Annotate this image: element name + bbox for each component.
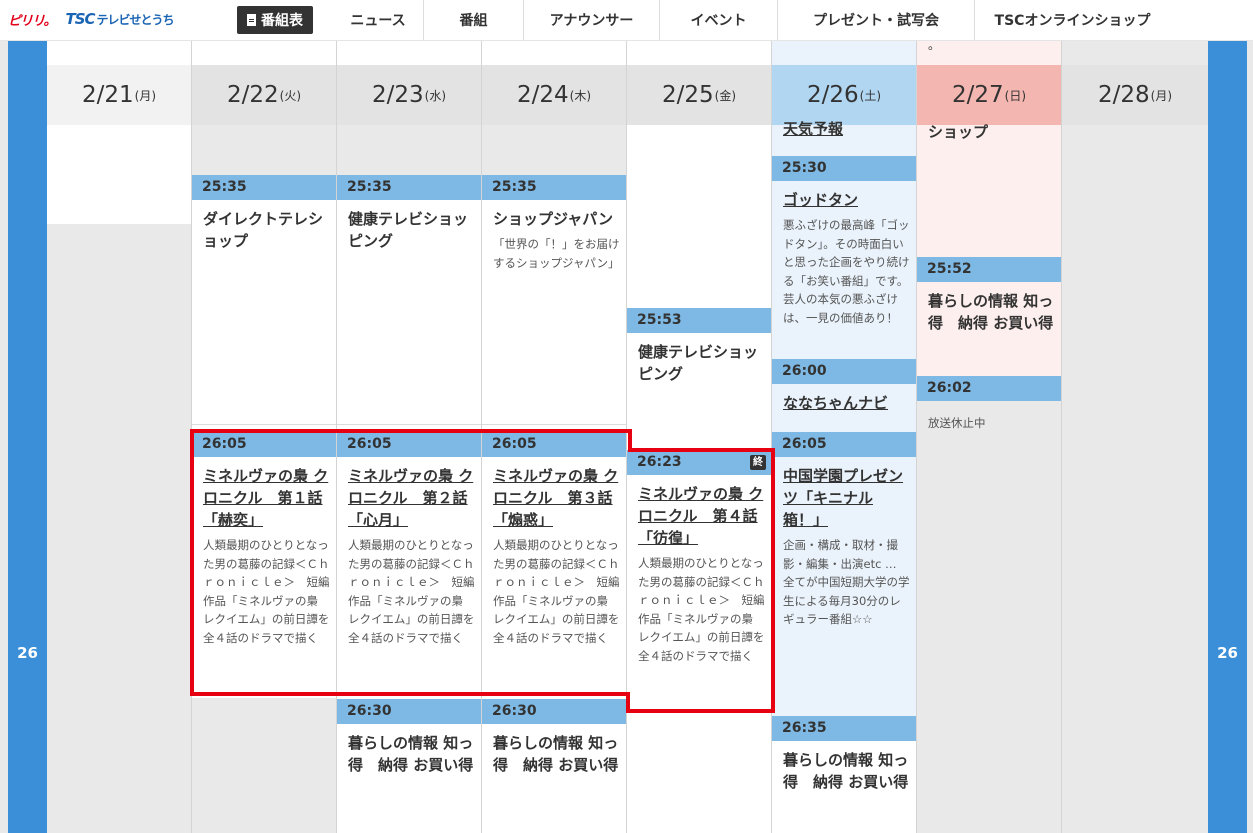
day-column-0223: 2/23 (水) 25:35 健康テレビショッピング 26:05 ミネルヴァの梟 … [337, 40, 482, 833]
program-card[interactable]: 26:05 ミネルヴァの梟 クロニクル 第１話「赫奕」 人類最期のひとりとなった… [192, 432, 336, 647]
program-card[interactable]: 26:05 中国学園プレゼンツ「キニナル箱！」 企画・構成・取材・撮影・編集・出… [772, 432, 916, 629]
nav-schedule[interactable]: 番組表 [237, 6, 313, 34]
program-time: 25:35 [192, 175, 336, 200]
day-column-0221: 2/21 (月) [47, 40, 192, 833]
day-column-0224: 2/24 (木) 25:35 ショップジャパン 「世界の「！」をお届けするショップ… [482, 40, 627, 833]
site-logo[interactable]: ピリリ。 TSC テレビせとうち [8, 8, 175, 30]
program-title: 健康テレビショッピング [348, 210, 469, 250]
hour-marker-right: 26 [1208, 40, 1247, 833]
program-card[interactable]: 25:35 ダイレクトテレショップ [192, 175, 336, 252]
nav-online-shop[interactable]: TSCオンラインショップ [975, 0, 1170, 40]
program-time: 26:05 [772, 432, 916, 457]
program-card[interactable]: 25:35 ショップジャパン 「世界の「！」をお届けするショップジャパン」 [482, 175, 626, 272]
program-card[interactable]: 26:05 ミネルヴァの梟 クロニクル 第２話「心月」 人類最期のひとりとなった… [337, 432, 481, 647]
day-header-0222: 2/22 (火) [192, 65, 336, 125]
site-header: ピリリ。 TSC テレビせとうち 番組表 ニュース 番組 アナウンサー イベント… [0, 0, 1253, 41]
day-column-0227: 。 2/27 (日) ショップ 25:52 暮らしの情報 知っ得 納得 お買い得 … [917, 40, 1062, 833]
program-card[interactable]: 26:35 暮らしの情報 知っ得 納得 お買い得 [772, 716, 916, 833]
program-title: ダイレクトテレショップ [203, 210, 324, 250]
program-time: 26:05 [192, 432, 336, 457]
program-time: 25:52 [917, 257, 1061, 282]
program-title-link[interactable]: ななちゃんナビ [772, 384, 916, 414]
program-title: ショップジャパン [493, 210, 614, 228]
nav-presents[interactable]: プレゼント・試写会 [778, 0, 975, 40]
program-time: 25:30 [772, 156, 916, 181]
program-title-link[interactable]: 天気予報 [783, 118, 843, 140]
program-description: 悪ふざけの最高峰「ゴッドタン」。その時面白いと思った企画をやり続ける「お笑い番組… [783, 218, 910, 325]
program-time: 26:35 [772, 716, 916, 741]
day-column-0228: 2/28 (月) [1062, 40, 1208, 833]
day-column-0226: 2/26 (土) 天気予報 25:30 ゴッドタン 悪ふざけの最高峰「ゴッドタン」… [772, 40, 917, 833]
program-time: 26:23 終 [627, 450, 771, 475]
day-header-0228: 2/28 (月) [1062, 65, 1208, 125]
day-header-0224: 2/24 (木) [482, 65, 626, 125]
program-card[interactable]: 25:52 暮らしの情報 知っ得 納得 お買い得 [917, 257, 1061, 334]
program-title: 暮らしの情報 知っ得 納得 お買い得 [928, 292, 1054, 332]
program-time: 26:30 [337, 699, 481, 724]
program-title-link[interactable]: ミネルヴァの梟 クロニクル 第３話「煽惑」 [482, 457, 626, 531]
program-title-link[interactable]: ミネルヴァの梟 クロニクル 第２話「心月」 [337, 457, 481, 531]
program-description: 「世界の「！」をお届けするショップジャパン」 [493, 237, 620, 270]
program-time: 26:05 [482, 432, 626, 457]
day-header-0225: 2/25 (金) [627, 65, 771, 125]
program-card[interactable]: 26:30 暮らしの情報 知っ得 納得 お買い得 [482, 699, 626, 776]
program-card[interactable]: 26:02 放送休止中 [917, 376, 1061, 433]
program-title: 暮らしの情報 知っ得 納得 お買い得 [783, 751, 909, 791]
program-card[interactable]: 26:00 ななちゃんナビ [772, 359, 916, 414]
program-time: 25:53 [627, 308, 771, 333]
day-column-0225: 2/25 (金) 25:53 健康テレビショッピング 26:23 終 ミネルヴァの梟… [627, 40, 772, 833]
program-time: 26:05 [337, 432, 481, 457]
document-icon [247, 14, 256, 26]
program-title-link[interactable]: 中国学園プレゼンツ「キニナル箱！」 [772, 457, 916, 531]
program-time: 25:35 [482, 175, 626, 200]
nav-events[interactable]: イベント [660, 0, 778, 40]
day-column-0222: 2/22 (火) 25:35 ダイレクトテレショップ 26:05 ミネルヴァの梟 … [192, 40, 337, 833]
logo-tsc: TSC [65, 10, 95, 28]
program-schedule: 26 26 2/21 (月) 2/22 (火) 25:35 ダイレクトテレショップ … [0, 40, 1253, 833]
program-card[interactable]: 25:30 ゴッドタン 悪ふざけの最高峰「ゴッドタン」。その時面白いと思った企画… [772, 156, 916, 327]
program-title: 暮らしの情報 知っ得 納得 お買い得 [348, 734, 474, 774]
main-nav: 番組表 ニュース 番組 アナウンサー イベント プレゼント・試写会 TSCオンラ… [237, 0, 1170, 40]
program-card[interactable]: 25:35 健康テレビショッピング [337, 175, 481, 252]
program-title-link[interactable]: ゴッドタン [772, 181, 916, 211]
program-description: 企画・構成・取材・撮影・編集・出演etc … 全てが中国短期大学の学生による毎月… [783, 538, 910, 626]
program-card[interactable]: 25:53 健康テレビショッピング [627, 308, 771, 385]
program-time: 26:02 [917, 376, 1061, 401]
nav-announcers[interactable]: アナウンサー [524, 0, 660, 40]
program-description: 人類最期のひとりとなった男の葛藤の記録＜Ｃｈｒｏｎｉｃｌｅ＞ 短編作品「ミネルヴ… [203, 538, 330, 645]
program-title-link[interactable]: ミネルヴァの梟 クロニクル 第１話「赫奕」 [192, 457, 336, 531]
program-title: 健康テレビショッピング [638, 343, 759, 383]
day-header-0223: 2/23 (水) [337, 65, 481, 125]
program-card[interactable]: 26:23 終 ミネルヴァの梟 クロニクル 第４話「彷徨」 人類最期のひとりとなっ… [627, 450, 771, 665]
program-title: 暮らしの情報 知っ得 納得 お買い得 [493, 734, 619, 774]
hour-marker-left: 26 [8, 40, 47, 833]
day-header-0221: 2/21 (月) [47, 65, 191, 125]
nav-programs[interactable]: 番組 [424, 0, 524, 40]
program-description: 人類最期のひとりとなった男の葛藤の記録＜Ｃｈｒｏｎｉｃｌｅ＞ 短編作品「ミネルヴ… [638, 556, 765, 663]
program-time: 25:35 [337, 175, 481, 200]
program-title-link[interactable]: ミネルヴァの梟 クロニクル 第４話「彷徨」 [627, 475, 771, 549]
program-description: 放送休止中 [928, 416, 986, 430]
program-card[interactable]: 26:30 暮らしの情報 知っ得 納得 お買い得 [337, 699, 481, 776]
logo-station-name: テレビせとうち [96, 12, 175, 27]
day-header-0227: 2/27 (日) [917, 65, 1061, 125]
program-title: ショップ [928, 123, 989, 141]
program-card[interactable]: 26:05 ミネルヴァの梟 クロニクル 第３話「煽惑」 人類最期のひとりとなった… [482, 432, 626, 647]
program-description: 人類最期のひとりとなった男の葛藤の記録＜Ｃｈｒｏｎｉｃｌｅ＞ 短編作品「ミネルヴ… [493, 538, 620, 645]
program-description: 人類最期のひとりとなった男の葛藤の記録＜Ｃｈｒｏｎｉｃｌｅ＞ 短編作品「ミネルヴ… [348, 538, 475, 645]
logo-tagline: ピリリ。 [8, 13, 56, 29]
program-time: 26:30 [482, 699, 626, 724]
nav-news[interactable]: ニュース [333, 0, 424, 40]
program-time: 26:00 [772, 359, 916, 384]
day-header-0226: 2/26 (土) [772, 65, 916, 125]
final-episode-badge: 終 [750, 455, 766, 470]
